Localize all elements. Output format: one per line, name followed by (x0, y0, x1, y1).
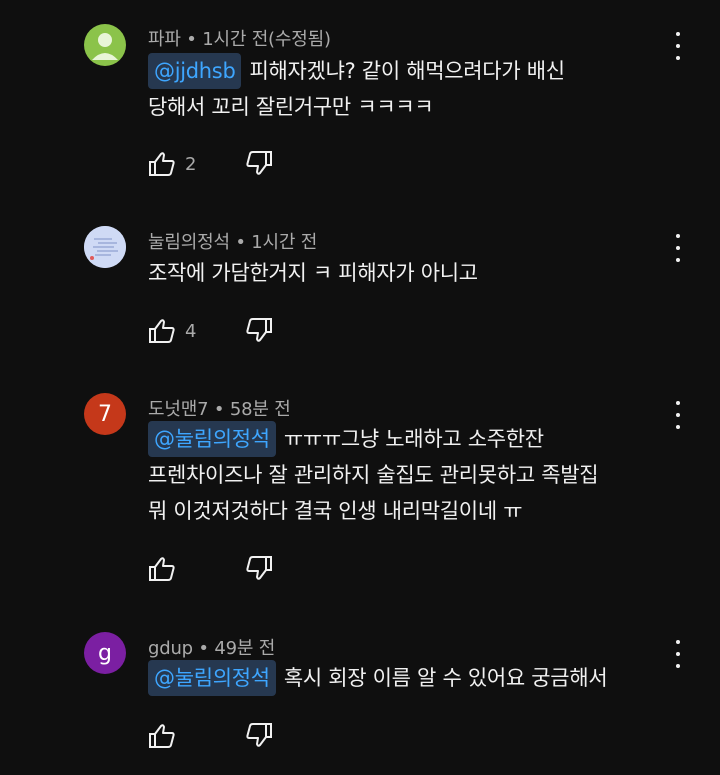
thumbs-up-icon (149, 557, 175, 581)
comment-meta: gdup • 49분 전 (148, 634, 275, 660)
comment-actions: 4 (148, 317, 272, 345)
like-button[interactable] (148, 556, 185, 582)
comment-time[interactable]: 1시간 전 (251, 232, 317, 253)
photo-avatar (84, 226, 126, 268)
thumbs-down-icon (246, 318, 272, 342)
like-count: 4 (185, 320, 197, 342)
comment-line: 뭐 이것저것하다 결국 인생 내리막길이네 ㅠ (148, 499, 523, 523)
comment-actions: 2 (148, 150, 272, 178)
more-vert-icon[interactable] (666, 32, 690, 60)
thumbs-down-icon (246, 151, 272, 175)
more-vert-icon[interactable] (666, 401, 690, 429)
comment-time[interactable]: 58분 전 (230, 399, 291, 420)
mention-link[interactable]: @눌림의정석 (148, 421, 276, 457)
thumbs-up-icon (149, 319, 175, 343)
thumbs-up-icon (149, 152, 175, 176)
comment-actions (148, 555, 272, 583)
person-silhouette-icon (92, 33, 118, 60)
comment-text: @눌림의정석 ㅠㅠㅠ그냥 노래하고 소주한잔 프렌차이즈나 잘 관리하지 술집도 … (148, 421, 668, 529)
comment-line: 당해서 꼬리 잘린거구만 ㅋㅋㅋㅋ (148, 95, 434, 119)
more-vert-icon[interactable] (666, 640, 690, 668)
avatar[interactable] (84, 226, 126, 268)
comment-line: ㅠㅠㅠ그냥 노래하고 소주한잔 (283, 427, 544, 451)
comment-text: @jjdhsb 피해자겠냐? 같이 해먹으려다가 배신 당해서 꼬리 잘린거구만 … (148, 53, 668, 125)
thumbs-down-icon (246, 556, 272, 580)
mention-link[interactable]: @눌림의정석 (148, 660, 276, 696)
thumbs-down-icon (246, 723, 272, 747)
meta-separator: • (208, 399, 230, 420)
avatar[interactable]: 7 (84, 393, 126, 435)
avatar-letter: 7 (98, 401, 112, 427)
like-count: 2 (185, 153, 197, 175)
comment-actions (148, 722, 272, 750)
like-button[interactable] (148, 723, 185, 749)
comment-author[interactable]: 눌림의정석 (148, 232, 230, 253)
meta-separator: • (192, 638, 215, 659)
comment-text: @눌림의정석 혹시 회장 이름 알 수 있어요 궁금해서 (148, 660, 668, 696)
meta-separator: • (229, 232, 252, 253)
comment-line: 혹시 회장 이름 알 수 있어요 궁금해서 (283, 666, 608, 690)
comment-line: 프렌차이즈나 잘 관리하지 술집도 관리못하고 족발집 (148, 463, 599, 487)
more-vert-icon[interactable] (666, 234, 690, 262)
mention-link[interactable]: @jjdhsb (148, 53, 242, 89)
comment-author[interactable]: 파파 (148, 29, 181, 50)
dislike-button[interactable] (245, 150, 273, 176)
comment-meta: 눌림의정석 • 1시간 전 (148, 228, 317, 254)
dislike-button[interactable] (245, 555, 273, 581)
comment-time[interactable]: 49분 전 (214, 638, 275, 659)
comment-time[interactable]: 1시간 전(수정됨) (202, 29, 331, 50)
comment-line: 조작에 가담한거지 ㅋ 피해자가 아니고 (148, 261, 478, 285)
meta-separator: • (180, 29, 203, 50)
comment-text: 조작에 가담한거지 ㅋ 피해자가 아니고 (148, 255, 668, 291)
avatar[interactable]: g (84, 632, 126, 674)
comment-meta: 파파 • 1시간 전(수정됨) (148, 25, 331, 51)
comment-author[interactable]: gdup (148, 638, 193, 659)
comment-meta: 도넛맨7 • 58분 전 (148, 395, 291, 421)
dislike-button[interactable] (245, 317, 273, 343)
comment-line: 피해자겠냐? 같이 해먹으려다가 배신 (249, 59, 565, 83)
like-button[interactable]: 2 (148, 151, 196, 177)
comment-author[interactable]: 도넛맨7 (148, 399, 209, 420)
thumbs-up-icon (149, 724, 175, 748)
dislike-button[interactable] (245, 722, 273, 748)
avatar-letter: g (98, 640, 112, 666)
like-button[interactable]: 4 (148, 318, 196, 344)
avatar[interactable] (84, 24, 126, 66)
